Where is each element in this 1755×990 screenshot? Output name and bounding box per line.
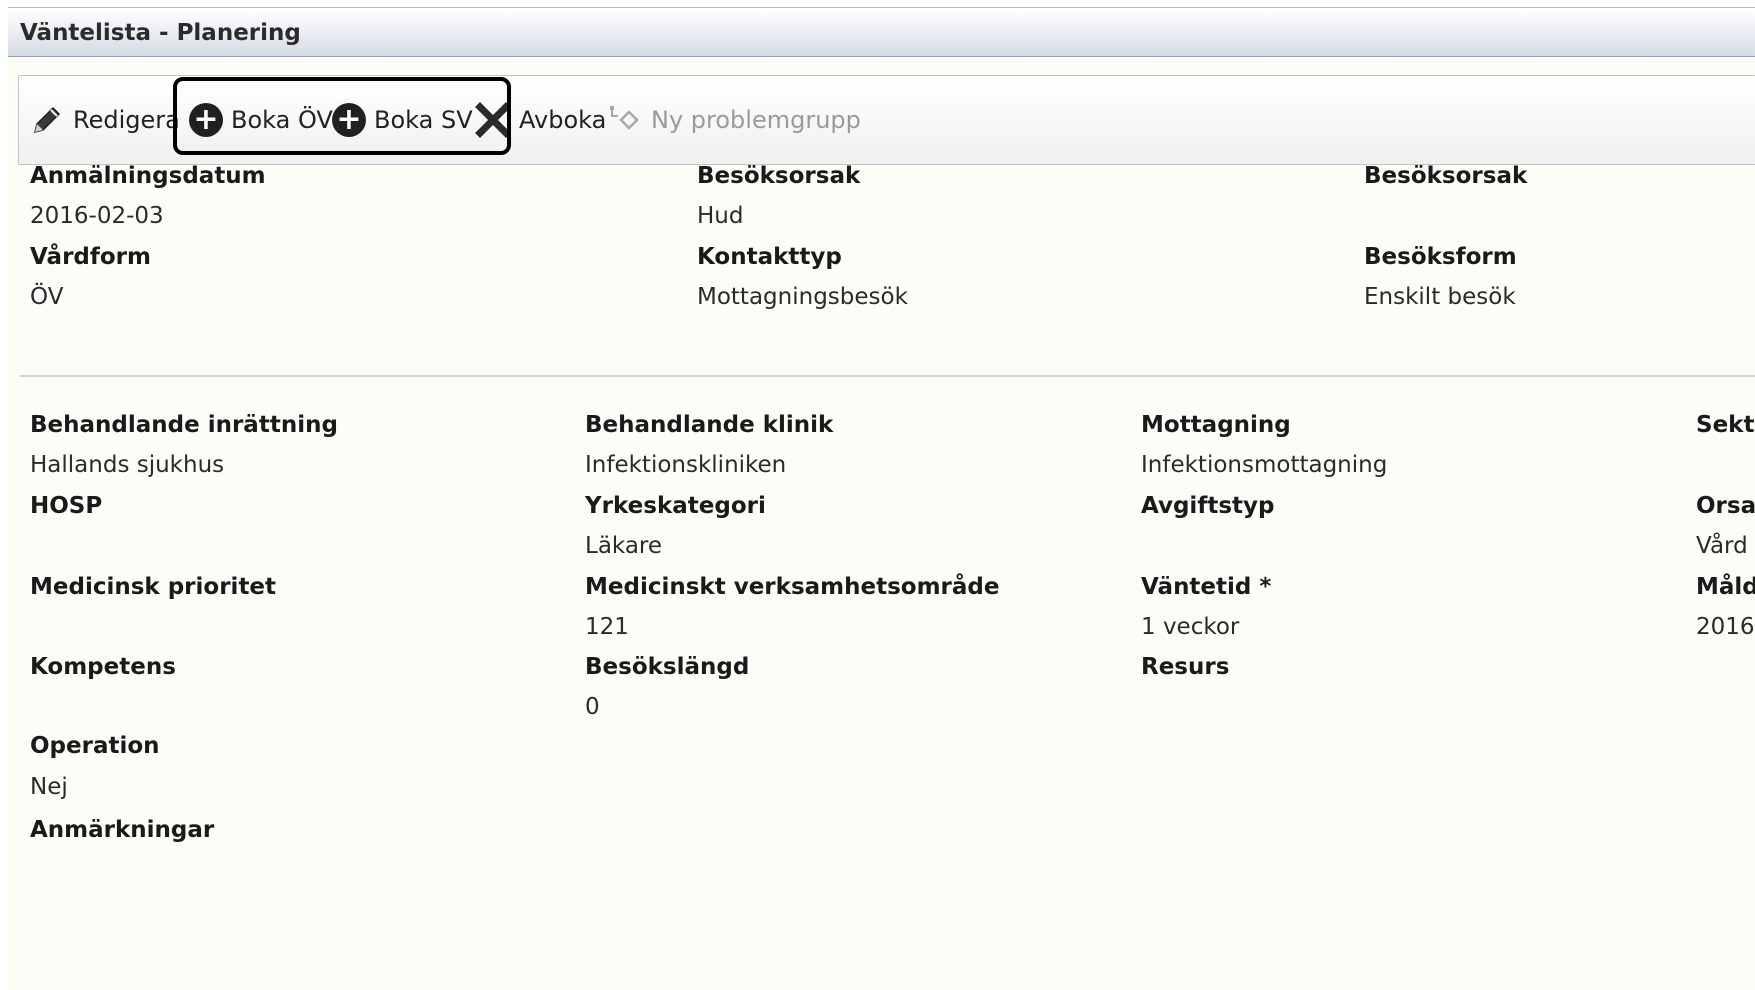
- medical-area-value: 121: [585, 614, 629, 640]
- x-icon: [475, 102, 511, 138]
- competence-label: Kompetens: [30, 654, 176, 680]
- plus-circle-icon: +: [189, 103, 223, 137]
- profession-category-label: Yrkeskategori: [585, 493, 766, 519]
- section-label: Sekt: [1696, 412, 1755, 438]
- book-sv-label: Boka SV: [374, 106, 473, 134]
- visit-reason-label: Besöksorsak: [697, 163, 861, 189]
- waiting-list-window: Väntelista - Planering Redigera + Boka Ö…: [8, 7, 1755, 990]
- book-ov-button[interactable]: + Boka ÖV: [189, 76, 333, 164]
- treating-institution-value: Hallands sjukhus: [30, 452, 225, 478]
- window-title: Väntelista - Planering: [20, 20, 301, 46]
- toolbar: Redigera + Boka ÖV + Boka SV Avboka Ny p…: [18, 75, 1755, 165]
- problem-group-icon: [607, 104, 643, 136]
- registration-date-label: Anmälningsdatum: [30, 163, 266, 189]
- visit-form-value: Enskilt besök: [1364, 284, 1516, 310]
- reception-label: Mottagning: [1141, 412, 1291, 438]
- book-sv-button[interactable]: + Boka SV: [332, 76, 473, 164]
- medical-area-label: Medicinskt verksamhetsområde: [585, 574, 1000, 600]
- title-bar: Väntelista - Planering: [8, 8, 1755, 57]
- treating-institution-label: Behandlande inrättning: [30, 412, 338, 438]
- new-problem-group-button[interactable]: Ny problemgrupp: [607, 76, 861, 164]
- care-form-label: Vårdform: [30, 244, 151, 270]
- reception-value: Infektionsmottagning: [1141, 452, 1388, 478]
- target-date-label: Måld: [1696, 574, 1755, 600]
- visit-reason-2-label: Besöksorsak: [1364, 163, 1528, 189]
- waiting-time-label: Väntetid *: [1141, 574, 1272, 600]
- section-divider: [20, 375, 1755, 377]
- cause-label: Orsa: [1696, 493, 1755, 519]
- cancel-booking-button[interactable]: Avboka: [475, 76, 606, 164]
- new-problem-group-label: Ny problemgrupp: [651, 106, 861, 134]
- cancel-booking-label: Avboka: [519, 106, 607, 134]
- target-date-value: 2016: [1696, 614, 1755, 640]
- visit-reason-value: Hud: [697, 203, 744, 229]
- fee-type-label: Avgiftstyp: [1141, 493, 1275, 519]
- pencil-icon: [29, 102, 65, 138]
- operation-value: Nej: [30, 774, 68, 800]
- care-form-value: ÖV: [30, 284, 64, 310]
- waiting-time-value: 1 veckor: [1141, 614, 1240, 640]
- operation-label: Operation: [30, 733, 160, 759]
- visit-form-label: Besöksform: [1364, 244, 1517, 270]
- resource-label: Resurs: [1141, 654, 1230, 680]
- visit-length-value: 0: [585, 694, 600, 720]
- profession-category-value: Läkare: [585, 533, 663, 559]
- medical-priority-label: Medicinsk prioritet: [30, 574, 277, 600]
- treating-clinic-value: Infektionskliniken: [585, 452, 787, 478]
- book-ov-label: Boka ÖV: [231, 106, 333, 134]
- visit-length-label: Besökslängd: [585, 654, 750, 680]
- edit-button[interactable]: Redigera: [29, 76, 180, 164]
- contact-type-value: Mottagningsbesök: [697, 284, 908, 310]
- edit-label: Redigera: [73, 106, 180, 134]
- plus-circle-icon: +: [332, 103, 366, 137]
- cause-value: Vård: [1696, 533, 1748, 559]
- remarks-label: Anmärkningar: [30, 817, 215, 843]
- treating-clinic-label: Behandlande klinik: [585, 412, 834, 438]
- registration-date-value: 2016-02-03: [30, 203, 164, 229]
- contact-type-label: Kontakttyp: [697, 244, 842, 270]
- hosp-label: HOSP: [30, 493, 103, 519]
